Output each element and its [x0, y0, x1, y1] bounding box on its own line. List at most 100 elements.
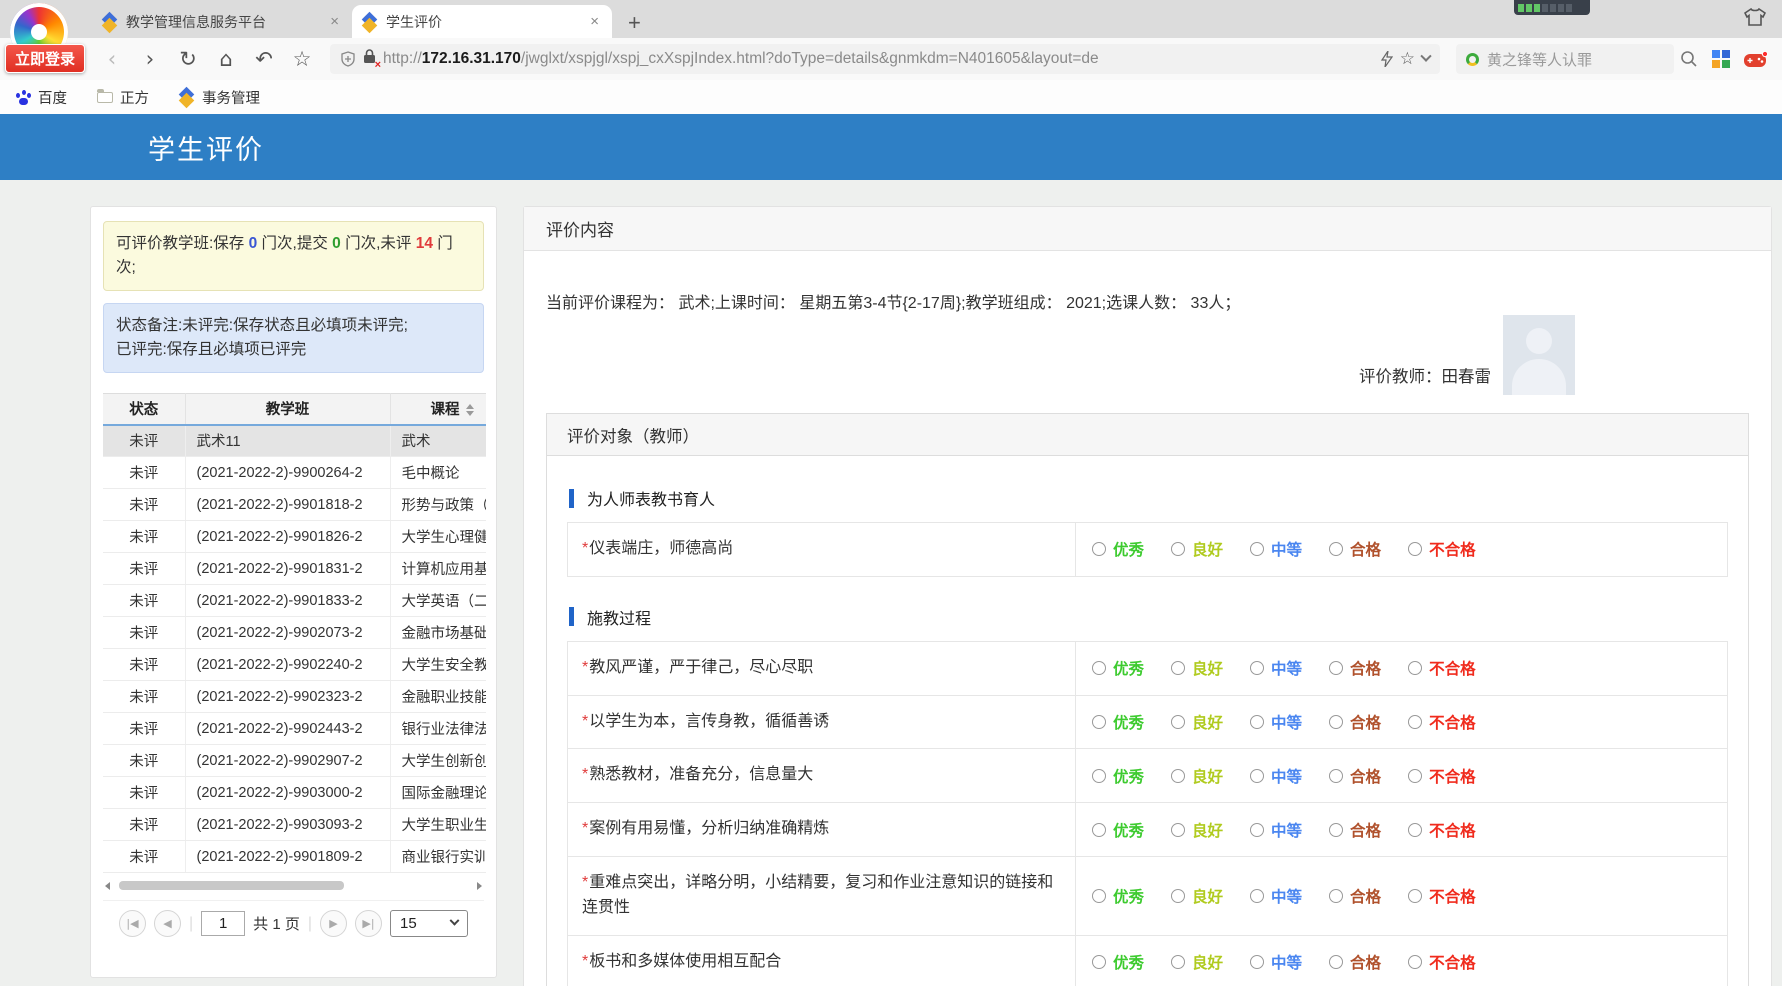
rating-option-fail[interactable]: 不合格	[1408, 765, 1476, 787]
rating-option-excellent[interactable]: 优秀	[1092, 657, 1144, 679]
radio-medium-icon[interactable]	[1250, 715, 1264, 729]
rating-option-pass[interactable]: 合格	[1329, 765, 1381, 787]
favorite-star-icon[interactable]: ☆	[286, 49, 318, 70]
class-row[interactable]: 未评(2021-2022-2)-9901809-2商业银行实训	[103, 841, 486, 873]
rating-option-medium[interactable]: 中等	[1250, 711, 1302, 733]
scroll-right-icon[interactable]	[477, 882, 482, 890]
class-row[interactable]: 未评(2021-2022-2)-9901833-2大学英语（二）	[103, 585, 486, 617]
radio-fail-icon[interactable]	[1408, 823, 1422, 837]
horizontal-scrollbar[interactable]	[103, 879, 484, 892]
radio-good-icon[interactable]	[1171, 661, 1185, 675]
class-row[interactable]: 未评武术11武术	[103, 425, 486, 457]
back-icon[interactable]: ‹	[96, 49, 128, 70]
rating-option-pass[interactable]: 合格	[1329, 885, 1381, 907]
radio-medium-icon[interactable]	[1250, 823, 1264, 837]
rating-option-medium[interactable]: 中等	[1250, 657, 1302, 679]
rating-option-excellent[interactable]: 优秀	[1092, 951, 1144, 973]
rating-option-excellent[interactable]: 优秀	[1092, 711, 1144, 733]
rating-option-fail[interactable]: 不合格	[1408, 711, 1476, 733]
rating-option-excellent[interactable]: 优秀	[1092, 819, 1144, 841]
rating-option-fail[interactable]: 不合格	[1408, 951, 1476, 973]
radio-fail-icon[interactable]	[1408, 955, 1422, 969]
col-header-status[interactable]: 状态	[103, 394, 185, 425]
addressbar-dropdown-icon[interactable]	[1420, 51, 1431, 62]
browser-tab-1[interactable]: 教学管理信息服务平台×	[92, 5, 352, 38]
apps-grid-icon[interactable]	[1712, 50, 1730, 68]
class-row[interactable]: 未评(2021-2022-2)-9903000-2国际金融理论	[103, 777, 486, 809]
radio-medium-icon[interactable]	[1250, 889, 1264, 903]
radio-pass-icon[interactable]	[1329, 955, 1343, 969]
search-magnifier-icon[interactable]	[1680, 50, 1698, 68]
theme-tshirt-icon[interactable]	[1744, 8, 1766, 31]
forward-icon[interactable]: ›	[134, 49, 166, 70]
rating-option-medium[interactable]: 中等	[1250, 765, 1302, 787]
page-size-select[interactable]: 15	[390, 910, 468, 937]
radio-pass-icon[interactable]	[1329, 889, 1343, 903]
rating-option-good[interactable]: 良好	[1171, 538, 1223, 560]
class-row[interactable]: 未评(2021-2022-2)-9902443-2银行业法律法规	[103, 713, 486, 745]
shield-add-icon[interactable]	[340, 51, 356, 67]
rating-option-fail[interactable]: 不合格	[1408, 538, 1476, 560]
bookmark-3[interactable]: 事务管理	[179, 87, 260, 108]
radio-fail-icon[interactable]	[1408, 661, 1422, 675]
radio-fail-icon[interactable]	[1408, 889, 1422, 903]
next-page-button[interactable]: ▶	[320, 910, 347, 937]
rating-option-pass[interactable]: 合格	[1329, 538, 1381, 560]
insecure-lock-icon[interactable]: ×	[363, 49, 376, 69]
rating-option-good[interactable]: 良好	[1171, 885, 1223, 907]
rating-option-fail[interactable]: 不合格	[1408, 657, 1476, 679]
class-row[interactable]: 未评(2021-2022-2)-9902073-2金融市场基础知	[103, 617, 486, 649]
radio-good-icon[interactable]	[1171, 823, 1185, 837]
undo-icon[interactable]: ↶	[248, 49, 280, 70]
rating-option-excellent[interactable]: 优秀	[1092, 885, 1144, 907]
rating-option-good[interactable]: 良好	[1171, 951, 1223, 973]
last-page-button[interactable]: ▶|	[355, 910, 382, 937]
class-row[interactable]: 未评(2021-2022-2)-9900264-2毛中概论	[103, 457, 486, 489]
radio-medium-icon[interactable]	[1250, 542, 1264, 556]
rating-option-pass[interactable]: 合格	[1329, 951, 1381, 973]
scroll-left-icon[interactable]	[105, 882, 110, 890]
col-header-class[interactable]: 教学班	[185, 394, 390, 425]
rating-option-excellent[interactable]: 优秀	[1092, 765, 1144, 787]
class-row[interactable]: 未评(2021-2022-2)-9903093-2大学生职业生涯	[103, 809, 486, 841]
rating-option-good[interactable]: 良好	[1171, 765, 1223, 787]
bookmark-2[interactable]: 正方	[97, 87, 149, 108]
radio-fail-icon[interactable]	[1408, 715, 1422, 729]
rating-option-good[interactable]: 良好	[1171, 711, 1223, 733]
radio-excellent-icon[interactable]	[1092, 661, 1106, 675]
rating-option-medium[interactable]: 中等	[1250, 885, 1302, 907]
bookmark-1[interactable]: 百度	[16, 87, 67, 108]
radio-excellent-icon[interactable]	[1092, 769, 1106, 783]
rating-option-pass[interactable]: 合格	[1329, 819, 1381, 841]
class-row[interactable]: 未评(2021-2022-2)-9901818-2形势与政策（二	[103, 489, 486, 521]
radio-good-icon[interactable]	[1171, 889, 1185, 903]
class-row[interactable]: 未评(2021-2022-2)-9902240-2大学生安全教育	[103, 649, 486, 681]
bookmark-star-icon[interactable]: ☆	[1400, 49, 1415, 69]
radio-good-icon[interactable]	[1171, 715, 1185, 729]
home-icon[interactable]: ⌂	[210, 49, 242, 70]
radio-fail-icon[interactable]	[1408, 542, 1422, 556]
games-gamepad-icon[interactable]	[1744, 51, 1768, 68]
lightning-icon[interactable]	[1381, 51, 1393, 67]
browser-tab-2[interactable]: 学生评价×	[352, 5, 612, 38]
radio-good-icon[interactable]	[1171, 542, 1185, 556]
radio-pass-icon[interactable]	[1329, 715, 1343, 729]
search-query[interactable]: 黄之锋等人认罪	[1487, 49, 1592, 70]
radio-excellent-icon[interactable]	[1092, 955, 1106, 969]
rating-option-medium[interactable]: 中等	[1250, 951, 1302, 973]
rating-option-medium[interactable]: 中等	[1250, 819, 1302, 841]
address-bar[interactable]: × http://172.16.31.170/jwglxt/xspjgl/xsp…	[330, 44, 1440, 74]
radio-excellent-icon[interactable]	[1092, 889, 1106, 903]
radio-pass-icon[interactable]	[1329, 542, 1343, 556]
radio-good-icon[interactable]	[1171, 955, 1185, 969]
radio-medium-icon[interactable]	[1250, 955, 1264, 969]
search-box[interactable]: 黄之锋等人认罪	[1456, 44, 1674, 74]
class-row[interactable]: 未评(2021-2022-2)-9902323-2金融职业技能（	[103, 681, 486, 713]
class-row[interactable]: 未评(2021-2022-2)-9901826-2大学生心理健康	[103, 521, 486, 553]
tab-close-icon[interactable]: ×	[587, 13, 602, 30]
rating-option-fail[interactable]: 不合格	[1408, 819, 1476, 841]
rating-option-good[interactable]: 良好	[1171, 819, 1223, 841]
new-tab-button[interactable]: +	[628, 10, 641, 36]
url-text[interactable]: http://172.16.31.170/jwglxt/xspjgl/xspj_…	[383, 50, 1374, 68]
page-number-input[interactable]	[201, 911, 245, 936]
